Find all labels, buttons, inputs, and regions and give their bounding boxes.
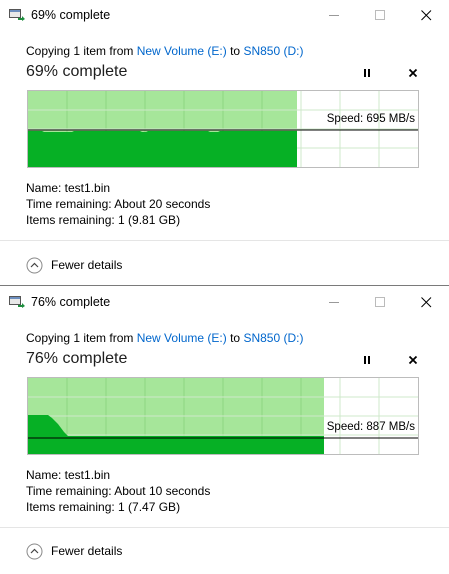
cancel-button[interactable] bbox=[403, 350, 423, 370]
window-title: 69% complete bbox=[31, 8, 111, 22]
fewer-details-button[interactable]: Fewer details bbox=[26, 255, 122, 275]
maximize-icon bbox=[374, 9, 385, 20]
details-info: Name: test1.bin Time remaining: About 20… bbox=[26, 180, 210, 228]
close-icon bbox=[420, 296, 431, 307]
speed-graph-canvas bbox=[28, 91, 418, 167]
source-link[interactable]: New Volume (E:) bbox=[137, 331, 227, 345]
details-info: Name: test1.bin Time remaining: About 10… bbox=[26, 467, 210, 515]
fewer-details-button[interactable]: Fewer details bbox=[26, 541, 122, 561]
speed-label: Speed: 695 MB/s bbox=[326, 113, 415, 125]
fewer-details-label: Fewer details bbox=[51, 544, 123, 558]
title-bar[interactable]: 69% complete bbox=[0, 0, 449, 30]
cancel-button[interactable] bbox=[403, 63, 423, 83]
time-remaining-line: Time remaining: About 10 seconds bbox=[26, 484, 211, 498]
copy-dialog-2: 76% complete Copying 1 item from New Vol… bbox=[0, 287, 449, 574]
speed-graph-canvas bbox=[28, 378, 418, 454]
name-line: Name: test1.bin bbox=[26, 468, 111, 482]
minimize-button[interactable] bbox=[311, 0, 357, 30]
destination-link[interactable]: SN850 (D:) bbox=[243, 44, 303, 58]
maximize-button[interactable] bbox=[357, 0, 403, 30]
close-window-button[interactable] bbox=[403, 287, 449, 317]
items-remaining-line: Items remaining: 1 (7.47 GB) bbox=[26, 500, 181, 514]
progress-title: 69% complete bbox=[26, 63, 128, 80]
window-title: 76% complete bbox=[31, 295, 111, 309]
close-window-button[interactable] bbox=[403, 0, 449, 30]
pause-button[interactable] bbox=[357, 350, 377, 370]
separator bbox=[0, 527, 449, 528]
copy-description: Copying 1 item from New Volume (E:) to S… bbox=[26, 331, 303, 345]
stop-icon bbox=[408, 355, 418, 365]
separator bbox=[0, 240, 449, 241]
pause-icon bbox=[364, 69, 370, 77]
copy-window-icon bbox=[9, 296, 25, 308]
chevron-up-circle-icon bbox=[26, 257, 43, 273]
maximize-icon bbox=[374, 296, 385, 307]
copy-description: Copying 1 item from New Volume (E:) to S… bbox=[26, 44, 303, 58]
copy-prefix-text: Copying 1 item from bbox=[26, 331, 134, 345]
to-text: to bbox=[230, 44, 241, 58]
minimize-icon bbox=[328, 14, 339, 16]
minimize-icon bbox=[328, 301, 339, 303]
stop-icon bbox=[408, 68, 418, 78]
chevron-up-circle-icon bbox=[26, 543, 43, 559]
speed-graph: Speed: 695 MB/s bbox=[27, 90, 419, 168]
pause-button[interactable] bbox=[357, 63, 377, 83]
destination-link[interactable]: SN850 (D:) bbox=[243, 331, 303, 345]
progress-title: 76% complete bbox=[26, 350, 128, 367]
title-bar[interactable]: 76% complete bbox=[0, 287, 449, 317]
copy-dialog-1: 69% complete Copying 1 item from New Vol… bbox=[0, 0, 449, 286]
maximize-button[interactable] bbox=[357, 287, 403, 317]
name-line: Name: test1.bin bbox=[26, 181, 111, 195]
speed-label: Speed: 887 MB/s bbox=[326, 421, 415, 433]
close-icon bbox=[420, 9, 431, 20]
minimize-button[interactable] bbox=[311, 287, 357, 317]
speed-graph: Speed: 887 MB/s bbox=[27, 377, 419, 455]
to-text: to bbox=[230, 331, 241, 345]
speed-area bbox=[28, 131, 297, 167]
pause-icon bbox=[364, 356, 370, 364]
source-link[interactable]: New Volume (E:) bbox=[137, 44, 227, 58]
copy-prefix-text: Copying 1 item from bbox=[26, 44, 134, 58]
copy-window-icon bbox=[9, 9, 25, 21]
items-remaining-line: Items remaining: 1 (9.81 GB) bbox=[26, 213, 181, 227]
time-remaining-line: Time remaining: About 20 seconds bbox=[26, 197, 211, 211]
fewer-details-label: Fewer details bbox=[51, 258, 123, 272]
